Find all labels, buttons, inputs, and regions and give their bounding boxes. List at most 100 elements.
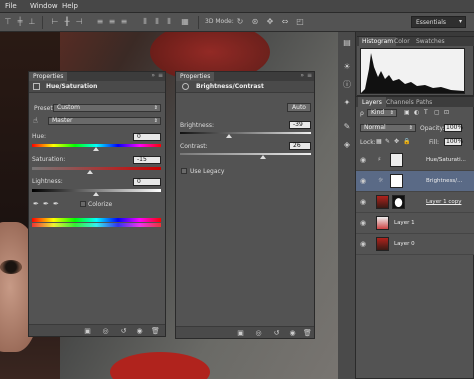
contrast-value-field[interactable]: 26	[289, 142, 311, 150]
filter-adjustment-icon[interactable]: ◐	[414, 109, 419, 116]
align-left-icon[interactable]: ⊢	[50, 17, 60, 27]
filter-pixel-icon[interactable]: ▣	[404, 109, 410, 116]
delete-trash-icon[interactable]: 🗑	[151, 327, 160, 335]
channel-dropdown[interactable]: Master	[48, 117, 161, 125]
lock-all-icon[interactable]: 🔒	[403, 138, 410, 145]
lock-position-icon[interactable]: ✥	[394, 138, 399, 145]
rotate-3d-icon[interactable]: ↻	[235, 17, 245, 27]
clip-to-layer-icon[interactable]: ▣	[83, 327, 92, 335]
panel-menu-icon[interactable]: ≡	[307, 72, 312, 79]
styles-icon[interactable]: ✦	[342, 98, 352, 108]
clone-source-icon[interactable]: ◈	[342, 140, 352, 150]
layer-name[interactable]: Hue/Saturati...	[426, 157, 466, 163]
layer-name[interactable]: Brightness/...	[426, 178, 462, 184]
align-top-icon[interactable]: ⊤	[3, 17, 13, 27]
fill-field[interactable]: 100%	[444, 138, 463, 146]
filter-smart-object-icon[interactable]: ⊡	[444, 109, 449, 116]
history-icon[interactable]: ▤	[342, 38, 352, 48]
layer-mask-thumbnail[interactable]	[390, 174, 403, 188]
align-right-icon[interactable]: ⊣	[74, 17, 84, 27]
lock-transparent-icon[interactable]: ▦	[376, 138, 382, 145]
layer-name[interactable]: Layer 0	[394, 241, 415, 247]
filter-type-icon[interactable]: T	[424, 109, 428, 116]
align-bottom-icon[interactable]: ⊥	[27, 17, 37, 27]
menu-file[interactable]: File	[5, 2, 17, 10]
adjustments-sun-icon[interactable]: ☀	[342, 62, 352, 72]
distribute-right-icon[interactable]: ⦀	[164, 17, 174, 27]
distribute-top-icon[interactable]: ≡	[95, 17, 105, 27]
layer-visibility-eye-icon[interactable]: ◉	[360, 219, 368, 227]
hue-value-field[interactable]: 0	[133, 133, 161, 141]
layer-row-layer-1-copy[interactable]: ◉ Layer 1 copy	[356, 192, 474, 213]
scale-3d-icon[interactable]: ◰	[295, 17, 305, 27]
tab-paths[interactable]: Paths	[412, 97, 436, 107]
align-center-icon[interactable]: ╫	[62, 17, 72, 27]
layer-name[interactable]: Layer 1 copy	[426, 199, 461, 205]
roll-3d-icon[interactable]: ⊛	[250, 17, 260, 27]
layer-visibility-eye-icon[interactable]: ◉	[360, 156, 368, 164]
info-icon[interactable]: ⓘ	[342, 80, 352, 90]
eyedropper-minus-icon[interactable]: ✒	[53, 200, 59, 208]
auto-align-icon[interactable]: ▦	[180, 17, 190, 27]
saturation-slider-track[interactable]	[32, 167, 161, 170]
view-previous-state-icon[interactable]: ◎	[101, 327, 110, 335]
layer-row-layer-0[interactable]: ◉ Layer 0	[356, 234, 474, 255]
hue-slider-thumb[interactable]	[93, 147, 99, 151]
align-middle-icon[interactable]: ╪	[15, 17, 25, 27]
contrast-slider-track[interactable]	[180, 153, 311, 155]
reset-icon[interactable]: ↺	[119, 327, 128, 335]
saturation-slider-thumb[interactable]	[87, 170, 93, 174]
collapse-icon[interactable]: »	[151, 72, 155, 79]
layer-visibility-eye-icon[interactable]: ◉	[360, 198, 368, 206]
layer-mask-thumbnail[interactable]	[390, 153, 403, 167]
layer-visibility-eye-icon[interactable]: ◉	[360, 177, 368, 185]
brush-icon[interactable]: ✎	[342, 122, 352, 132]
contrast-slider-thumb[interactable]	[260, 155, 266, 159]
distribute-middle-icon[interactable]: ≡	[107, 17, 117, 27]
view-previous-state-icon[interactable]: ◎	[254, 329, 263, 337]
lock-paint-icon[interactable]: ✎	[385, 138, 390, 145]
layer-row-hue-saturation[interactable]: ◉ ♯ Hue/Saturati...	[356, 150, 474, 171]
brightness-slider-track[interactable]	[180, 132, 311, 134]
blend-mode-dropdown[interactable]: Normal	[360, 124, 416, 132]
layer-row-layer-1[interactable]: ◉ Layer 1	[356, 213, 474, 234]
distribute-left-icon[interactable]: ⦀	[140, 17, 150, 27]
layer-filter-dropdown[interactable]: Kind	[367, 109, 397, 117]
workspace-switcher[interactable]: Essentials	[411, 16, 466, 28]
properties-tab[interactable]: Properties	[29, 72, 68, 81]
eyedropper-plus-icon[interactable]: ✒	[43, 200, 49, 208]
menu-help[interactable]: Help	[62, 2, 78, 10]
brightness-value-field[interactable]: -39	[289, 121, 311, 129]
eyedropper-icon[interactable]: ✒	[33, 200, 39, 208]
lightness-value-field[interactable]: 0	[133, 178, 161, 186]
layer-visibility-eye-icon[interactable]: ◉	[360, 240, 368, 248]
filter-search-icon[interactable]: ρ	[360, 110, 364, 117]
tab-color[interactable]: Color	[391, 37, 413, 46]
auto-button[interactable]: Auto	[287, 103, 311, 112]
saturation-value-field[interactable]: -15	[133, 156, 161, 164]
layer-mask-thumbnail[interactable]	[392, 195, 405, 209]
distribute-bottom-icon[interactable]: ≡	[119, 17, 129, 27]
on-image-adjust-hand-icon[interactable]: ☝	[33, 116, 38, 125]
visibility-eye-icon[interactable]: ◉	[135, 327, 144, 335]
opacity-field[interactable]: 100%	[444, 124, 463, 132]
layer-thumbnail[interactable]	[376, 237, 389, 251]
preset-dropdown[interactable]: Custom	[53, 104, 161, 112]
panel-menu-icon[interactable]: ≡	[158, 72, 163, 79]
slide-3d-icon[interactable]: ⇔	[280, 17, 290, 27]
pan-3d-icon[interactable]: ✥	[265, 17, 275, 27]
menu-window[interactable]: Window	[30, 2, 58, 10]
clip-to-layer-icon[interactable]: ▣	[236, 329, 245, 337]
collapse-icon[interactable]: »	[300, 72, 304, 79]
layer-name[interactable]: Layer 1	[394, 220, 415, 226]
layer-row-brightness-contrast[interactable]: ◉ ☼ Brightness/...	[356, 171, 474, 192]
distribute-center-icon[interactable]: ⦀	[152, 17, 162, 27]
visibility-eye-icon[interactable]: ◉	[288, 329, 297, 337]
brightness-slider-thumb[interactable]	[226, 134, 232, 138]
colorize-checkbox[interactable]	[80, 201, 86, 207]
layer-thumbnail[interactable]	[376, 195, 389, 209]
layer-thumbnail[interactable]	[376, 216, 389, 230]
tab-swatches[interactable]: Swatches	[413, 37, 448, 46]
filter-shape-icon[interactable]: ▢	[434, 109, 440, 116]
use-legacy-checkbox[interactable]	[181, 168, 187, 174]
